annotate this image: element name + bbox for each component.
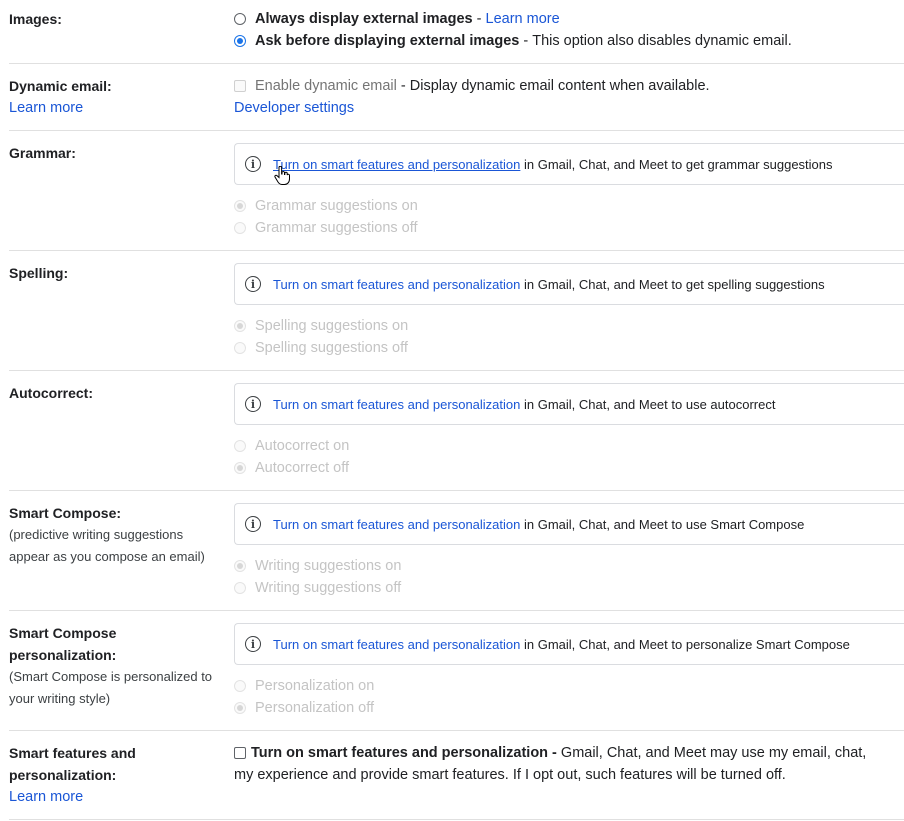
radio-button[interactable] (234, 342, 246, 354)
turn-on-smart-features-link[interactable]: Turn on smart features and personalizati… (273, 157, 520, 172)
info-icon: i (245, 276, 261, 292)
option-label: Personalization off (255, 700, 375, 716)
setting-row-smart-compose-personalization: Smart Compose personalization: (Smart Co… (9, 611, 904, 731)
option-label: Writing suggestions off (255, 580, 402, 596)
radio-button[interactable] (234, 200, 246, 212)
info-text: in Gmail, Chat, and Meet to personalize … (520, 636, 850, 652)
option-label: Grammar suggestions off (255, 220, 418, 236)
info-icon: i (245, 516, 261, 532)
radio-writing-suggestions-on[interactable]: Writing suggestions on (234, 555, 904, 577)
checkbox-label: Turn on smart features and personalizati… (251, 745, 557, 761)
radio-button[interactable] (234, 462, 246, 474)
hand-cursor-icon (274, 166, 290, 185)
setting-label-smart-features: Smart features and personalization: (9, 745, 136, 783)
setting-label-dynamic-email: Dynamic email: (9, 78, 112, 94)
radio-personalization-on[interactable]: Personalization on (234, 675, 904, 697)
setting-row-smart-compose: Smart Compose: (predictive writing sugge… (9, 491, 904, 611)
setting-label-grammar: Grammar: (9, 145, 76, 161)
smart-compose-info-box: i Turn on smart features and personaliza… (234, 503, 904, 545)
setting-row-smart-features: Smart features and personalization: Lear… (9, 731, 904, 820)
option-label: Autocorrect off (255, 460, 350, 476)
option-label: Personalization on (255, 678, 375, 694)
smart-features-option[interactable]: Turn on smart features and personalizati… (234, 742, 904, 764)
checkbox-description: - Display dynamic email content when ava… (396, 78, 710, 94)
grammar-info-box: i Turn on smart features and personaliza… (234, 143, 904, 185)
setting-row-autocorrect: Autocorrect: i Turn on smart features an… (9, 371, 904, 491)
radio-always-display-images[interactable]: Always display external images - Learn m… (234, 8, 904, 30)
smart-features-checkbox[interactable] (234, 747, 246, 759)
setting-row-images: Images: Always display external images -… (9, 0, 904, 64)
autocorrect-info-box: i Turn on smart features and personaliza… (234, 383, 904, 425)
info-text: in Gmail, Chat, and Meet to get grammar … (520, 156, 833, 172)
enable-dynamic-email-option[interactable]: Enable dynamic email - Display dynamic e… (234, 75, 904, 97)
turn-on-smart-features-link[interactable]: Turn on smart features and personalizati… (273, 277, 520, 292)
radio-writing-suggestions-off[interactable]: Writing suggestions off (234, 577, 904, 599)
option-label: Ask before displaying external images (255, 33, 520, 49)
info-icon: i (245, 396, 261, 412)
info-text: in Gmail, Chat, and Meet to use autocorr… (520, 396, 776, 412)
radio-spelling-on[interactable]: Spelling suggestions on (234, 315, 904, 337)
info-text: in Gmail, Chat, and Meet to use Smart Co… (520, 516, 805, 532)
radio-autocorrect-on[interactable]: Autocorrect on (234, 435, 904, 457)
spelling-info-box: i Turn on smart features and personaliza… (234, 263, 904, 305)
turn-on-smart-features-link[interactable]: Turn on smart features and personalizati… (273, 637, 520, 652)
option-label: Always display external images (255, 11, 473, 27)
developer-settings-link[interactable]: Developer settings (234, 100, 354, 116)
option-label: Spelling suggestions off (255, 340, 408, 356)
info-icon: i (245, 156, 261, 172)
setting-row-dynamic-email: Dynamic email: Learn more Enable dynamic… (9, 64, 904, 131)
radio-button[interactable] (234, 222, 246, 234)
option-label: Grammar suggestions on (255, 198, 418, 214)
info-icon: i (245, 636, 261, 652)
option-label: Writing suggestions on (255, 558, 402, 574)
setting-sublabel: (Smart Compose is personalized to your w… (9, 669, 213, 706)
setting-label-spelling: Spelling: (9, 265, 69, 281)
setting-label-autocorrect: Autocorrect: (9, 385, 94, 401)
radio-grammar-on[interactable]: Grammar suggestions on (234, 195, 904, 217)
setting-label-smart-compose-personalization: Smart Compose personalization: (9, 625, 117, 663)
radio-personalization-off[interactable]: Personalization off (234, 697, 904, 719)
radio-ask-before-display[interactable]: Ask before displaying external images - … (234, 30, 904, 52)
setting-sublabel: (predictive writing suggestions appear a… (9, 527, 205, 564)
turn-on-smart-features-link[interactable]: Turn on smart features and personalizati… (273, 517, 520, 532)
radio-button[interactable] (234, 680, 246, 692)
radio-button[interactable] (234, 320, 246, 332)
radio-button[interactable] (234, 440, 246, 452)
separator: - (519, 33, 533, 49)
checkbox-label: Enable dynamic email (255, 78, 397, 94)
enable-dynamic-email-checkbox[interactable] (234, 80, 246, 92)
smart-features-learn-more-link[interactable]: Learn more (9, 789, 83, 805)
checkbox-description: Gmail, Chat, and Meet may use my email, … (556, 745, 867, 761)
radio-grammar-off[interactable]: Grammar suggestions off (234, 217, 904, 239)
setting-label-smart-compose: Smart Compose: (9, 505, 122, 521)
radio-button[interactable] (234, 702, 246, 714)
learn-more-link[interactable]: Learn more (486, 8, 560, 30)
turn-on-smart-features-link[interactable]: Turn on smart features and personalizati… (273, 397, 520, 412)
personalization-info-box: i Turn on smart features and personaliza… (234, 623, 904, 665)
checkbox-description-continued: my experience and provide smart features… (234, 767, 786, 783)
setting-row-spelling: Spelling: i Turn on smart features and p… (9, 251, 904, 371)
radio-button-checked[interactable] (234, 35, 246, 47)
dynamic-email-learn-more-link[interactable]: Learn more (9, 100, 83, 116)
option-description: This option also disables dynamic email. (532, 33, 792, 49)
separator: - (472, 11, 486, 27)
option-label: Autocorrect on (255, 438, 350, 454)
radio-button[interactable] (234, 582, 246, 594)
setting-row-grammar: Grammar: i Turn on smart features and pe… (9, 131, 904, 251)
setting-label-images: Images: (9, 11, 62, 27)
radio-spelling-off[interactable]: Spelling suggestions off (234, 337, 904, 359)
info-text: in Gmail, Chat, and Meet to get spelling… (520, 276, 825, 292)
radio-button[interactable] (234, 13, 246, 25)
radio-autocorrect-off[interactable]: Autocorrect off (234, 457, 904, 479)
radio-button[interactable] (234, 560, 246, 572)
option-label: Spelling suggestions on (255, 318, 409, 334)
